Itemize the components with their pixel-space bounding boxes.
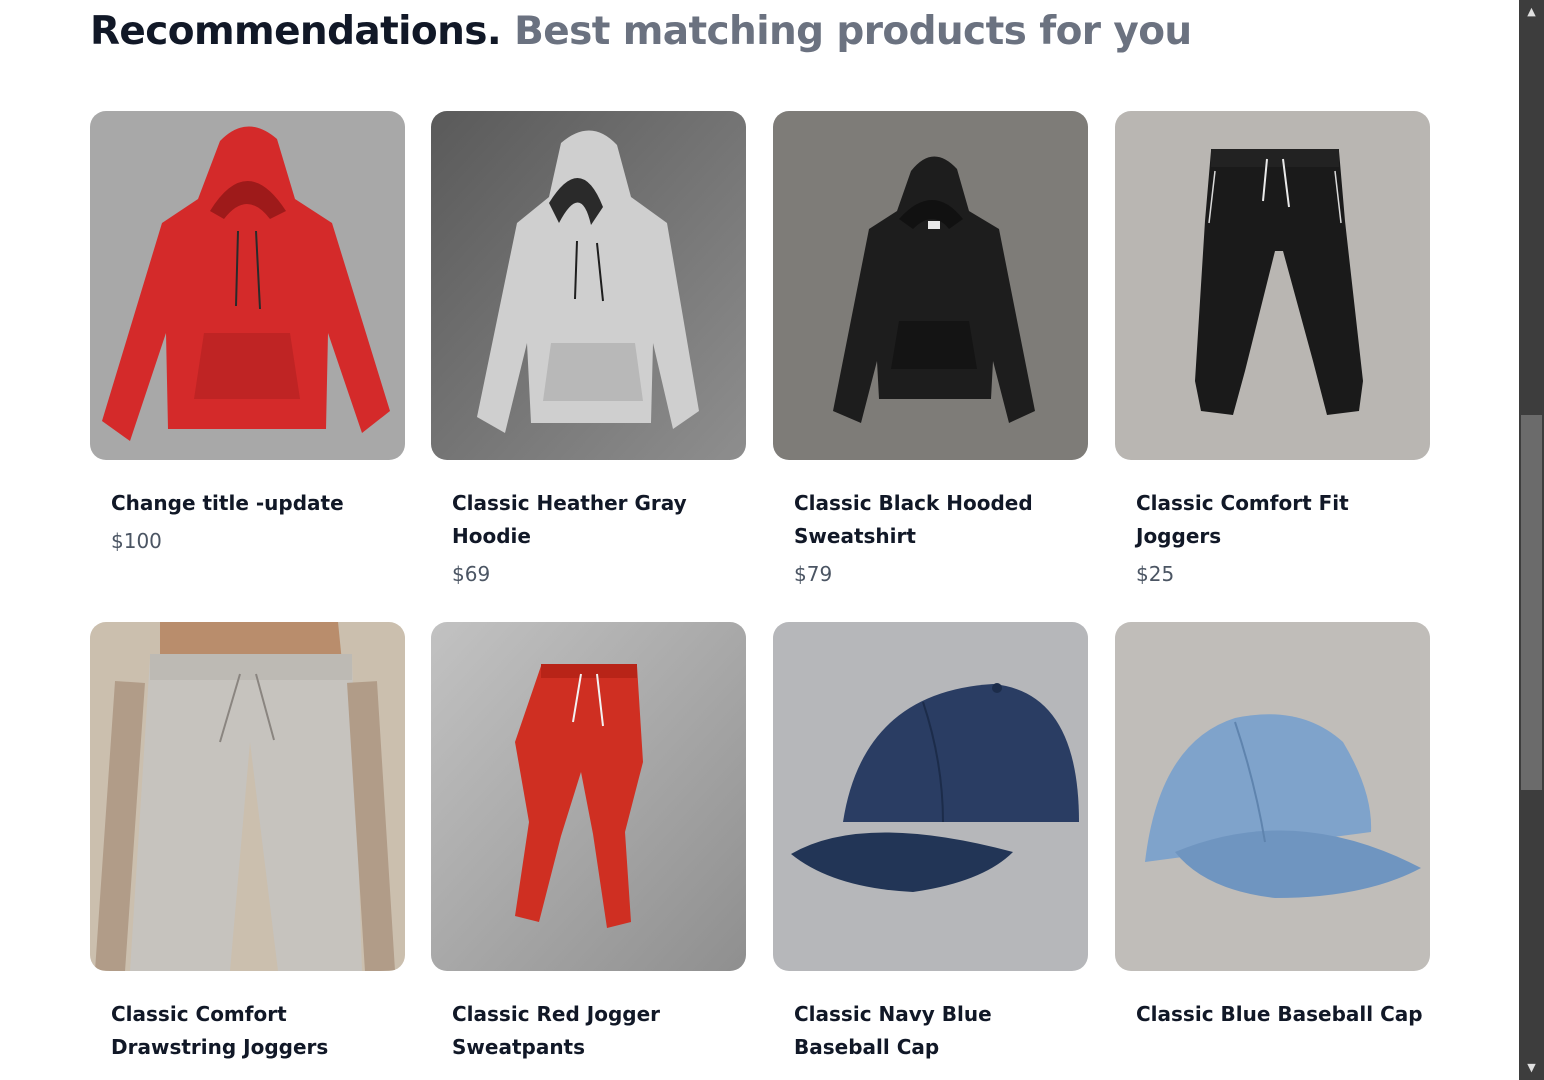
scrollbar-thumb[interactable] (1521, 415, 1542, 790)
product-name[interactable]: Classic Comfort Drawstring Joggers (111, 998, 401, 1064)
product-card[interactable]: Classic Heather Gray Hoodie $69 (431, 111, 746, 588)
product-image-gray-hoodie[interactable] (431, 111, 746, 460)
product-price: $79 (794, 562, 833, 586)
product-card[interactable]: Classic Blue Baseball Cap (1115, 622, 1430, 1031)
product-card[interactable]: Classic Red Jogger Sweatpants (431, 622, 746, 1064)
product-name[interactable]: Classic Comfort Fit Joggers (1136, 487, 1426, 553)
red-hoodie-image (90, 111, 405, 460)
navy-cap-image (773, 622, 1088, 971)
product-name[interactable]: Classic Heather Gray Hoodie (452, 487, 742, 553)
section-subtitle: Best matching products for you (514, 9, 1192, 54)
blue-cap-image (1115, 622, 1430, 971)
product-name[interactable]: Classic Navy Blue Baseball Cap (794, 998, 1084, 1064)
product-image-gray-joggers-worn[interactable] (90, 622, 405, 971)
product-image-red-hoodie[interactable] (90, 111, 405, 460)
vertical-scrollbar[interactable]: ▲ ▼ (1519, 0, 1544, 1080)
gray-joggers-worn-image (90, 622, 405, 971)
scroll-up-arrow-icon[interactable]: ▲ (1519, 0, 1544, 24)
product-name[interactable]: Classic Black Hooded Sweatshirt (794, 487, 1084, 553)
product-card[interactable]: Classic Comfort Fit Joggers $25 (1115, 111, 1430, 588)
product-name[interactable]: Classic Blue Baseball Cap (1136, 998, 1426, 1031)
product-card[interactable]: Classic Comfort Drawstring Joggers (90, 622, 405, 1064)
gray-hoodie-image (431, 111, 746, 460)
product-price: $69 (452, 562, 491, 586)
red-joggers-image (431, 622, 746, 971)
product-name[interactable]: Change title -update (111, 487, 401, 520)
section-title: Recommendations. (90, 9, 502, 54)
product-card[interactable]: Classic Navy Blue Baseball Cap (773, 622, 1088, 1064)
product-image-black-joggers[interactable] (1115, 111, 1430, 460)
product-image-red-joggers[interactable] (431, 622, 746, 971)
product-price: $25 (1136, 562, 1175, 586)
recommendations-section: Recommendations. Best matching products … (0, 0, 1519, 1080)
black-joggers-image (1115, 111, 1430, 460)
section-heading: Recommendations. Best matching products … (90, 6, 1192, 58)
product-image-black-hoodie[interactable] (773, 111, 1088, 460)
product-card[interactable]: Change title -update $100 (90, 111, 405, 555)
product-price: $100 (111, 529, 162, 553)
product-card[interactable]: Classic Black Hooded Sweatshirt $79 (773, 111, 1088, 588)
product-image-blue-cap[interactable] (1115, 622, 1430, 971)
product-name[interactable]: Classic Red Jogger Sweatpants (452, 998, 742, 1064)
black-hoodie-image (773, 111, 1088, 460)
scroll-down-arrow-icon[interactable]: ▼ (1519, 1056, 1544, 1080)
product-image-navy-cap[interactable] (773, 622, 1088, 971)
